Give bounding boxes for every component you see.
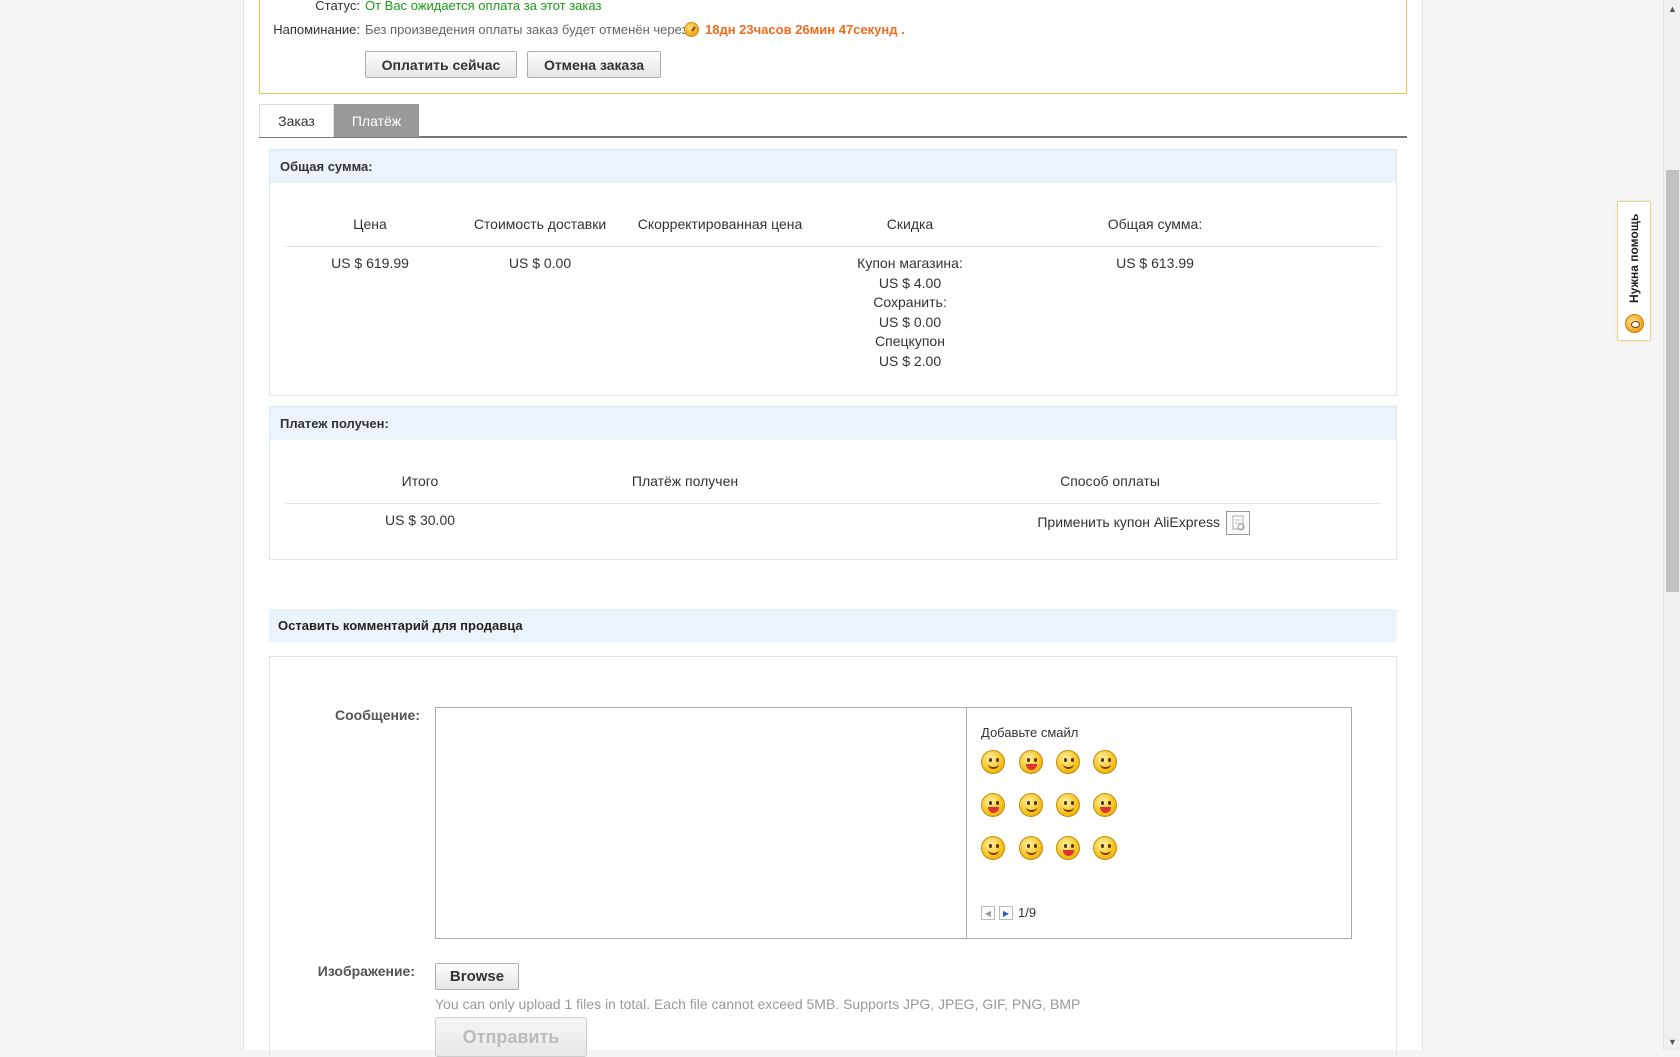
browse-button[interactable]: Browse: [435, 963, 519, 990]
pay-now-button[interactable]: Оплатить сейчас: [365, 51, 517, 78]
column-amount: Итого: [401, 473, 439, 489]
column-shipping: Стоимость доставки: [473, 216, 607, 232]
column-total: Общая сумма:: [1107, 216, 1203, 232]
column-payment-received: Платёж получен: [631, 473, 739, 489]
discount-line: Спецкупон: [875, 333, 945, 349]
cancel-order-button[interactable]: Отмена заказа: [527, 51, 661, 78]
amount-value: US $ 30.00: [384, 512, 456, 528]
upload-hint: You can only upload 1 files in total. Ea…: [435, 996, 1081, 1012]
shipping-value: US $ 0.00: [508, 255, 572, 271]
total-value: US $ 613.99: [1116, 255, 1194, 271]
smiley-page-indicator: 1/9: [1018, 905, 1037, 920]
smiley-picker: Добавьте смайл ◀ ▶ 1/9: [966, 707, 1352, 939]
smiley-icon[interactable]: [1093, 836, 1117, 860]
countdown-timer: 18дн 23часов 26мин 47секунд .: [705, 22, 905, 37]
total-amount-panel: Общая сумма: Цена Стоимость доставки Ско…: [269, 149, 1397, 396]
discount-line: US $ 0.00: [878, 313, 942, 330]
scrollbar-thumb[interactable]: [1666, 170, 1679, 592]
send-button[interactable]: Отправить: [435, 1017, 587, 1057]
status-label: Статус:: [315, 0, 360, 13]
smiley-title: Добавьте смайл: [981, 725, 1079, 740]
smiley-icon[interactable]: [981, 836, 1005, 860]
payment-panel-title: Платеж получен:: [270, 407, 1396, 440]
next-page-icon[interactable]: ▶: [999, 906, 1013, 920]
tab-payment[interactable]: Платёж: [334, 104, 419, 137]
reminder-text: Без произведения оплаты заказ будет отме…: [365, 22, 692, 37]
smiley-icon[interactable]: [981, 793, 1005, 817]
discount-line: Сохранить:: [873, 294, 947, 310]
discount-line: Купон магазина:: [857, 255, 963, 271]
smiley-icon[interactable]: [1019, 836, 1043, 860]
reminder-label: Напоминание:: [273, 22, 360, 37]
message-textarea[interactable]: [435, 707, 967, 939]
order-detail-page: Статус: От Вас ожидается оплата за этот …: [243, 0, 1423, 1057]
coupon-detail-icon[interactable]: [1226, 511, 1250, 535]
smiley-icon[interactable]: [1019, 750, 1043, 774]
table-divider: [285, 246, 1381, 247]
smiley-icon[interactable]: [981, 750, 1005, 774]
smiley-icon[interactable]: [1056, 793, 1080, 817]
table-divider: [285, 503, 1381, 504]
smiley-icon[interactable]: [1056, 750, 1080, 774]
total-panel-title: Общая сумма:: [270, 150, 1396, 183]
message-label: Сообщение:: [335, 707, 420, 723]
discount-breakdown: Купон магазина: US $ 4.00 Сохранить: US …: [830, 254, 990, 371]
vertical-scrollbar[interactable]: ▲ ▼: [1663, 0, 1680, 1050]
prev-page-icon[interactable]: ◀: [981, 906, 995, 920]
smiley-icon[interactable]: [1093, 793, 1117, 817]
assistant-icon: [1625, 314, 1644, 333]
column-price: Цена: [353, 216, 387, 232]
smiley-icon[interactable]: [1056, 836, 1080, 860]
column-adjusted-price: Скорректированная цена: [637, 216, 803, 232]
smiley-icon[interactable]: [1093, 750, 1117, 774]
payment-received-panel: Платеж получен: Итого Платёж получен Спо…: [269, 406, 1397, 560]
scroll-up-icon[interactable]: ▲: [1664, 0, 1680, 17]
scroll-down-icon[interactable]: ▼: [1664, 1033, 1680, 1050]
discount-line: US $ 2.00: [878, 352, 942, 369]
payment-method-value: Применить купон AliExpress: [1037, 514, 1220, 530]
comment-form: Сообщение: Добавьте смайл ◀ ▶ 1/9 Изобра…: [269, 656, 1397, 1057]
image-label: Изображение:: [317, 963, 415, 979]
clock-icon: [684, 22, 699, 37]
comment-section-header: Оставить комментарий для продавца: [269, 609, 1397, 642]
order-tabs: Заказ Платёж: [259, 104, 1407, 138]
smiley-icon[interactable]: [1019, 793, 1043, 817]
discount-line: US $ 4.00: [878, 274, 942, 291]
status-value: От Вас ожидается оплата за этот заказ: [365, 0, 602, 13]
help-widget[interactable]: Нужна помощь: [1617, 201, 1651, 341]
column-payment-method: Способ оплаты: [1060, 473, 1160, 489]
price-value: US $ 619.99: [331, 255, 409, 271]
help-label: Нужна помощь: [1627, 213, 1641, 303]
order-status-box: Статус: От Вас ожидается оплата за этот …: [259, 0, 1407, 94]
tab-order[interactable]: Заказ: [259, 104, 334, 137]
column-discount: Скидка: [886, 216, 934, 232]
